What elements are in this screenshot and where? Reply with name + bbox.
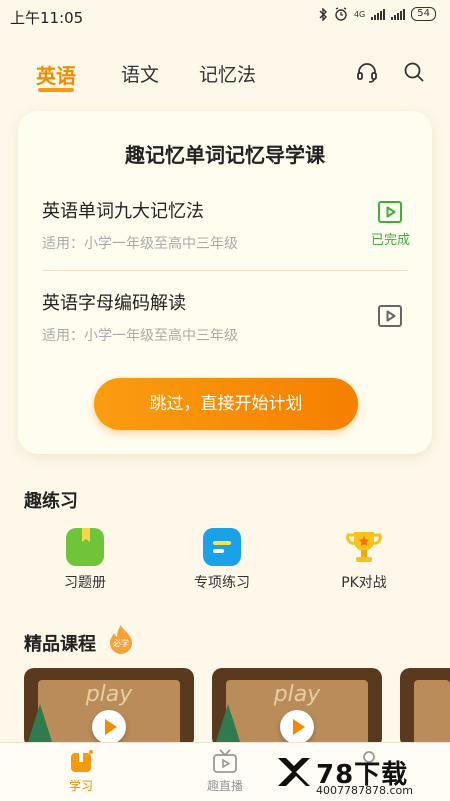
status-bar: 上午11:05 4G 54 xyxy=(0,0,450,32)
course-thumbnail xyxy=(414,680,450,748)
play-button[interactable] xyxy=(280,710,314,744)
practice-label: 专项练习 xyxy=(194,575,250,591)
search-icon[interactable] xyxy=(402,60,426,84)
tab-memory-method[interactable]: 记忆法 xyxy=(199,60,256,87)
lesson-item[interactable]: 英语字母编码解读 适用：小学一年级至高中三年级 xyxy=(42,289,408,344)
divider xyxy=(42,270,408,271)
headset-icon[interactable] xyxy=(355,60,379,84)
network-type: 4G xyxy=(353,9,366,19)
alarm-icon xyxy=(335,7,347,21)
guide-course-card: 趣记忆单词记忆导学课 英语单词九大记忆法 适用：小学一年级至高中三年级 已完成 … xyxy=(18,111,432,454)
trophy-icon xyxy=(345,528,383,566)
course-card[interactable]: play xyxy=(24,668,194,748)
skip-start-plan-button[interactable]: 跳过，直接开始计划 xyxy=(94,378,358,430)
live-tv-icon xyxy=(213,749,237,773)
play-video-icon[interactable] xyxy=(378,305,402,327)
subject-tabs: 英语 语文 记忆法 xyxy=(0,52,450,100)
lesson-item[interactable]: 英语单词九大记忆法 适用：小学一年级至高中三年级 已完成 xyxy=(42,197,410,252)
battery-icon: 54 xyxy=(411,7,436,21)
must-learn-badge: 必学 xyxy=(113,638,129,648)
bottom-tab-label: 学习 xyxy=(68,779,93,793)
bluetooth-icon xyxy=(319,7,327,21)
lesson-subtitle: 适用：小学一年级至高中三年级 xyxy=(42,236,238,252)
lesson-title: 英语单词九大记忆法 xyxy=(42,201,204,222)
study-book-icon xyxy=(71,750,93,772)
course-card[interactable]: play xyxy=(212,668,382,748)
flame-badge-icon: 必学 xyxy=(110,625,132,654)
course-card-partial[interactable] xyxy=(400,668,450,748)
guide-card-title: 趣记忆单词记忆导学课 xyxy=(125,143,325,167)
workbook-icon xyxy=(66,528,104,566)
practice-label: 习题册 xyxy=(64,575,106,591)
bottom-tab-study[interactable]: 学习 xyxy=(46,749,116,794)
completed-label: 已完成 xyxy=(370,233,410,248)
bottom-tab-label: 趣直播 xyxy=(206,779,243,793)
active-tab-indicator xyxy=(38,88,74,92)
lesson-subtitle: 适用：小学一年级至高中三年级 xyxy=(42,328,238,344)
watermark-url: 4007787878.com xyxy=(316,784,413,797)
tab-english[interactable]: 英语 xyxy=(36,60,76,89)
practice-label: PK对战 xyxy=(341,575,387,591)
status-time: 上午11:05 xyxy=(10,9,84,27)
practice-pk-battle[interactable]: PK对战 xyxy=(309,528,419,592)
signal-icon-2 xyxy=(391,8,406,20)
bottom-tab-live[interactable]: 趣直播 xyxy=(190,749,260,794)
signal-icon xyxy=(371,8,386,20)
status-icons: 4G 54 xyxy=(319,7,436,21)
courses-section-title: 精品课程 xyxy=(24,634,96,655)
site-watermark: 78下载 4007787878.com xyxy=(276,752,446,798)
play-button[interactable] xyxy=(92,710,126,744)
special-practice-icon xyxy=(203,528,241,566)
tab-chinese[interactable]: 语文 xyxy=(121,60,159,87)
practice-workbook[interactable]: 习题册 xyxy=(30,528,140,592)
watermark-logo-icon xyxy=(278,758,310,786)
play-video-icon[interactable] xyxy=(378,201,402,223)
practice-section-title: 趣练习 xyxy=(24,491,78,512)
practice-special[interactable]: 专项练习 xyxy=(167,528,277,592)
lesson-title: 英语字母编码解读 xyxy=(42,293,186,314)
